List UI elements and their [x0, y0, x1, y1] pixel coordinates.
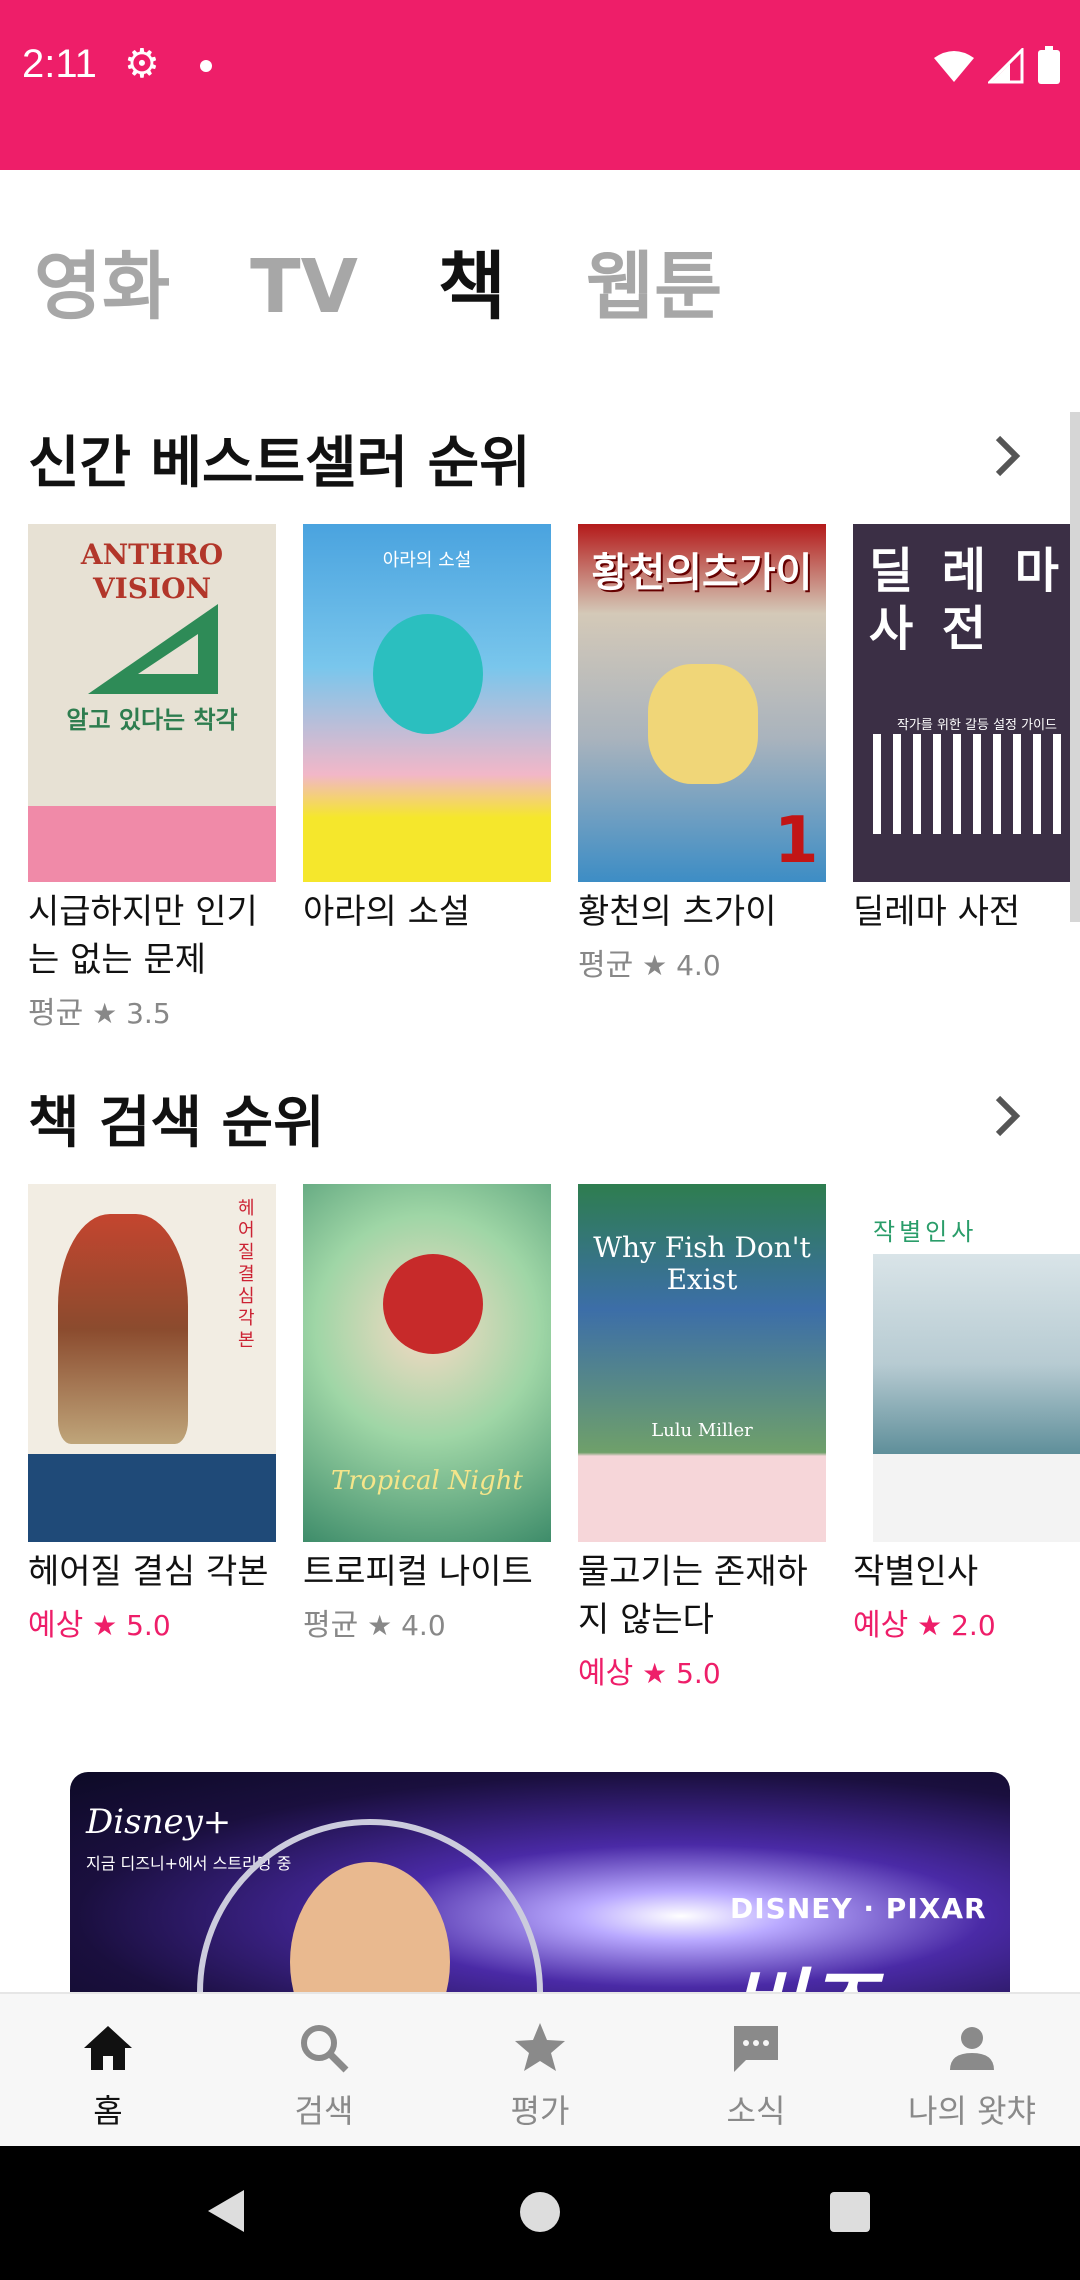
promo-banner[interactable]: Disney+ 지금 디즈니+에서 스트리밍 중 DISNEY · PIXAR … — [70, 1772, 1010, 2012]
home-icon — [84, 2026, 132, 2070]
star-icon — [515, 2023, 565, 2071]
book-title: 황천의 츠가이 — [578, 892, 777, 932]
nav-label: 홈 — [93, 2092, 123, 2130]
nav-label: 나의 왓챠 — [908, 2092, 1036, 2130]
nav-home[interactable]: 홈 — [0, 1994, 216, 2148]
book-card[interactable]: Tropical Night 트로피컬 나이트 평균 ★ 4.0 — [303, 1184, 551, 1644]
tab-tv[interactable]: TV — [250, 250, 358, 324]
book-card[interactable]: Why Fish Don't Exist Lulu Miller 물고기는 존재… — [578, 1184, 826, 1692]
book-row-bestseller: ANTHRO VISION 알고 있다는 착각 시급하지만 인기 는 없는 문제 … — [28, 524, 1080, 1064]
scrollbar[interactable] — [1070, 412, 1080, 922]
signal-icon — [988, 48, 1024, 84]
section-title: 책 검색 순위 — [28, 1091, 325, 1156]
book-title: 헤어질 결심 각본 — [28, 1552, 269, 1592]
book-cover[interactable]: ANTHRO VISION 알고 있다는 착각 — [28, 524, 276, 882]
book-rating: 평균 ★ 4.0 — [303, 1608, 446, 1643]
system-navigation-bar — [0, 2146, 1080, 2280]
status-icons — [934, 46, 1060, 84]
person-icon — [950, 2027, 994, 2070]
cover-title: 아라의 소설 — [382, 550, 472, 571]
buzz-character-image — [197, 1819, 543, 2012]
book-rating: 예상 ★ 5.0 — [578, 1656, 721, 1691]
book-rating: 예상 ★ 5.0 — [28, 1608, 171, 1643]
nav-search[interactable]: 검색 — [216, 1994, 432, 2148]
category-tabs: 영화 TV 책 웹툰 — [34, 250, 802, 324]
recent-apps-icon[interactable] — [830, 2192, 870, 2232]
section-title: 신간 베스트셀러 순위 — [28, 431, 531, 496]
tab-movie[interactable]: 영화 — [34, 250, 170, 324]
chat-bubble-icon — [734, 2026, 778, 2072]
tab-book[interactable]: 책 — [438, 250, 506, 324]
book-card[interactable]: 황천의츠가이 1 황천의 츠가이 평균 ★ 4.0 — [578, 524, 826, 984]
book-cover[interactable]: 작별인사 — [853, 1184, 1080, 1542]
nav-label: 검색 — [294, 2092, 354, 2130]
status-time: 2:11 — [22, 42, 97, 86]
section-header-search-rank[interactable]: 책 검색 순위 — [28, 1078, 1028, 1158]
status-bar: 2:11 ⚙ — [0, 0, 1080, 170]
book-card[interactable]: 아라의 소설 아라의 소설 — [303, 524, 551, 936]
nav-rate[interactable]: 평가 — [432, 1994, 648, 2148]
cover-title: 헤어질 결심 각본 — [238, 1198, 255, 1351]
book-title: 작별인사 — [853, 1552, 979, 1592]
book-cover[interactable]: 딜 레 마 사 전 작가를 위한 갈등 설정 가이드 — [853, 524, 1080, 882]
nav-label: 평가 — [510, 2092, 570, 2130]
book-rating: 평균 ★ 4.0 — [578, 948, 721, 983]
settings-gear-icon: ⚙ — [124, 41, 160, 87]
cover-title: 딜 레 마 사 전 — [869, 543, 1065, 657]
book-card[interactable]: 헤어질 결심 각본 헤어질 결심 각본 예상 ★ 5.0 — [28, 1184, 276, 1644]
back-icon[interactable] — [206, 2188, 246, 2234]
book-card[interactable]: 작별인사 작별인사 예상 ★ 2.0 — [853, 1184, 1080, 1644]
section-header-bestseller[interactable]: 신간 베스트셀러 순위 — [28, 418, 1028, 498]
book-card[interactable]: ANTHRO VISION 알고 있다는 착각 시급하지만 인기 는 없는 문제 … — [28, 524, 276, 1032]
cover-title: 황천의츠가이 — [591, 550, 813, 596]
bottom-navigation: 홈 검색 평가 소식 나의 왓챠 — [0, 1992, 1080, 2146]
cover-subtitle: Lulu Miller — [651, 1420, 753, 1441]
battery-icon — [1038, 46, 1060, 84]
notification-dot-icon — [200, 60, 212, 72]
book-title: 시급하지만 인기 는 없는 문제 — [28, 892, 258, 980]
cover-title: Tropical Night — [331, 1466, 523, 1496]
book-rating: 평균 ★ 3.5 — [28, 996, 171, 1031]
cover-title: 작별인사 — [873, 1218, 978, 1246]
book-rating: 예상 ★ 2.0 — [853, 1608, 996, 1643]
search-icon — [301, 2025, 349, 2073]
cover-subtitle: 알고 있다는 착각 — [66, 706, 238, 734]
book-title: 딜레마 사전 — [853, 892, 1021, 932]
book-card[interactable]: 딜 레 마 사 전 작가를 위한 갈등 설정 가이드 딜레마 사전 — [853, 524, 1080, 936]
chevron-right-icon[interactable] — [988, 1088, 1028, 1144]
book-row-search-rank: 헤어질 결심 각본 헤어질 결심 각본 예상 ★ 5.0 Tropical Ni… — [28, 1184, 1080, 1724]
nav-news[interactable]: 소식 — [648, 1994, 864, 2148]
nav-my-watcha[interactable]: 나의 왓챠 — [864, 1994, 1080, 2148]
cover-title: Why Fish Don't Exist — [593, 1231, 811, 1296]
book-cover[interactable]: Why Fish Don't Exist Lulu Miller — [578, 1184, 826, 1542]
cover-subtitle: 작가를 위한 갈등 설정 가이드 — [896, 718, 1058, 733]
book-title: 트로피컬 나이트 — [303, 1552, 533, 1592]
book-cover[interactable]: 황천의츠가이 1 — [578, 524, 826, 882]
home-circle-icon[interactable] — [520, 2192, 560, 2232]
chevron-right-icon[interactable] — [988, 428, 1028, 484]
book-cover[interactable]: 아라의 소설 — [303, 524, 551, 882]
tab-webtoon[interactable]: 웹툰 — [586, 250, 722, 324]
banner-brand: DISNEY · PIXAR — [730, 1892, 987, 1925]
book-cover[interactable]: 헤어질 결심 각본 — [28, 1184, 276, 1542]
book-title: 아라의 소설 — [303, 892, 471, 932]
book-title: 물고기는 존재하 지 않는다 — [578, 1552, 808, 1640]
nav-label: 소식 — [726, 2092, 786, 2130]
wifi-icon — [934, 51, 974, 82]
book-cover[interactable]: Tropical Night — [303, 1184, 551, 1542]
